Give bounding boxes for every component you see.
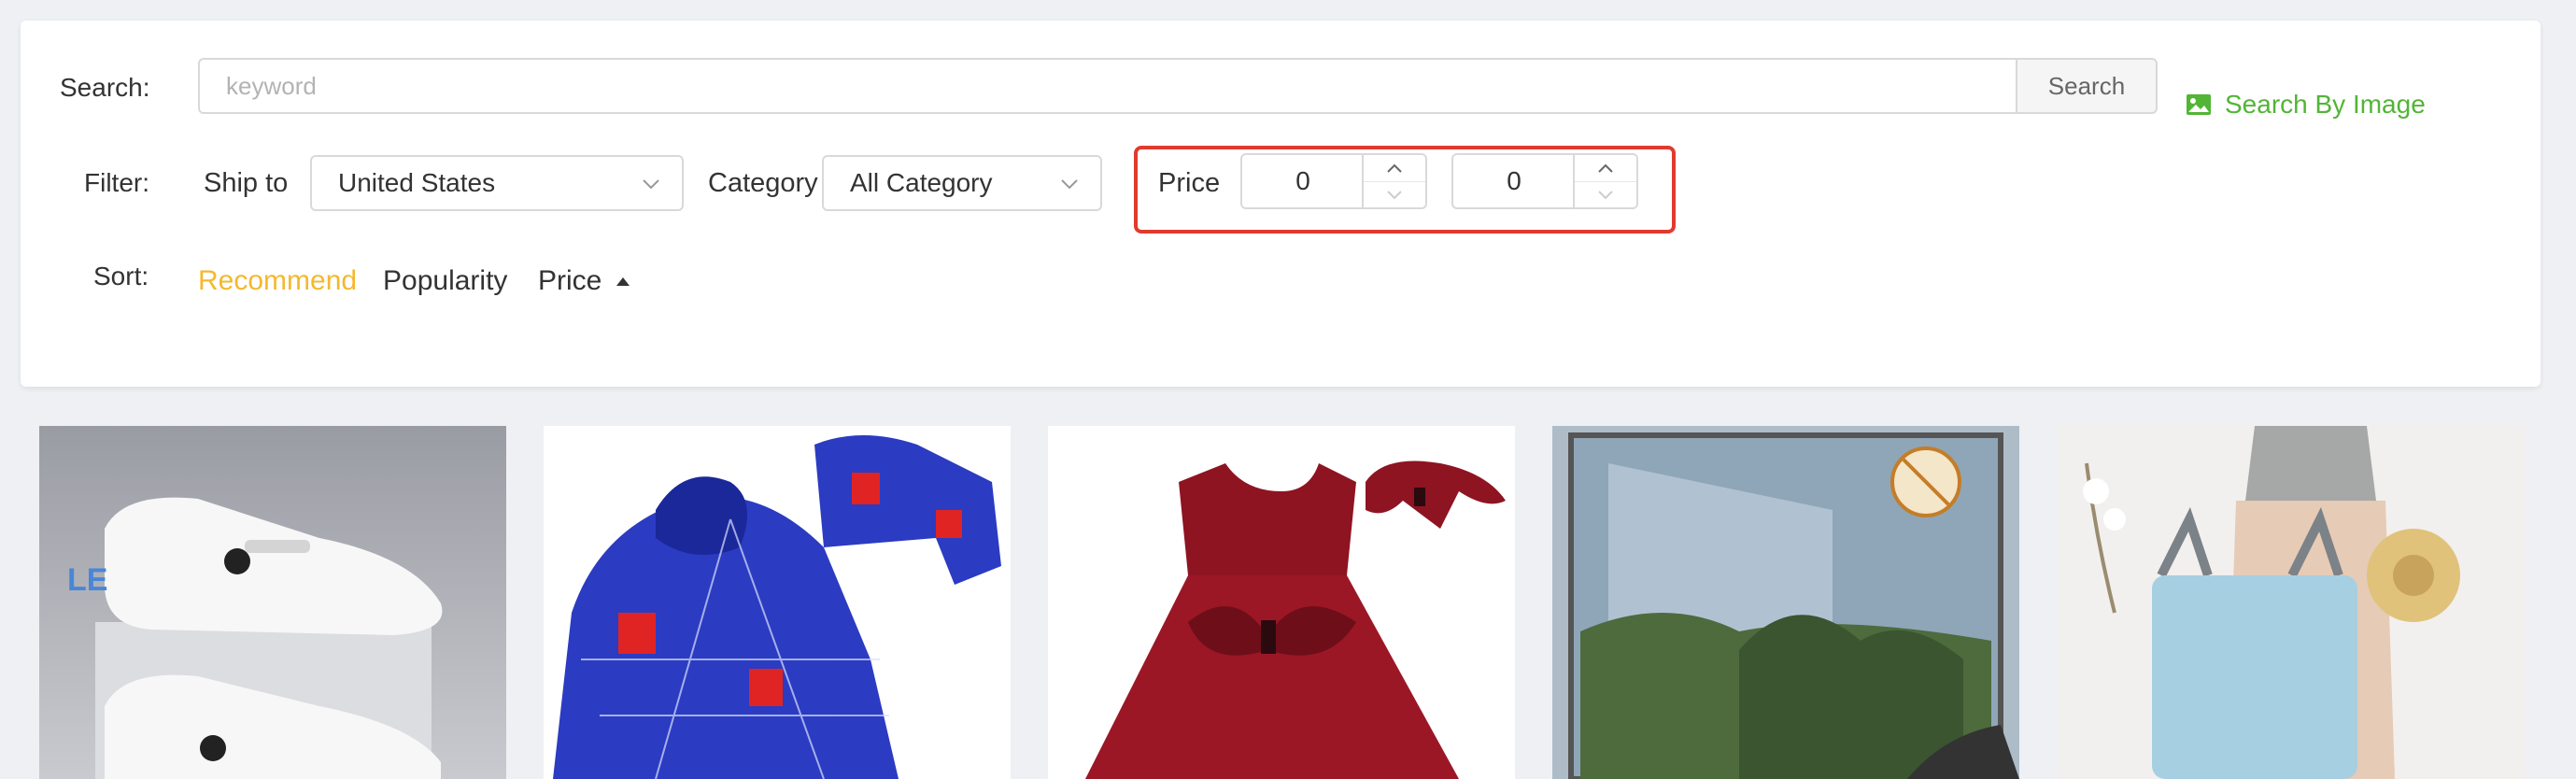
chevron-down-icon: [643, 179, 659, 190]
product-card-spiderman-hoodie[interactable]: [544, 426, 1011, 779]
product-image: [1552, 426, 2019, 779]
search-input[interactable]: [198, 58, 2016, 114]
search-by-image-label: Search By Image: [2225, 90, 2426, 119]
sort-popularity[interactable]: Popularity: [383, 265, 507, 297]
search-filter-panel: Search: Search Search By Image Filter: S…: [21, 21, 2541, 387]
increment-button[interactable]: [1364, 155, 1425, 182]
price-max-input[interactable]: 0: [1451, 153, 1638, 209]
product-card-travel-bag[interactable]: [2059, 426, 2526, 779]
price-max-value[interactable]: 0: [1453, 155, 1575, 207]
price-min-value[interactable]: 0: [1242, 155, 1364, 207]
filter-label: Filter:: [84, 168, 149, 197]
search-button[interactable]: Search: [2016, 58, 2158, 114]
ship-to-value: United States: [338, 168, 496, 197]
product-image: LE: [39, 426, 506, 779]
image-icon: [2187, 94, 2211, 115]
chevron-down-icon: [1061, 179, 1078, 190]
chevron-up-icon: [1387, 163, 1402, 173]
sort-price-label: Price: [538, 265, 602, 296]
sort-price[interactable]: Price: [538, 265, 631, 297]
product-image: [544, 426, 1011, 779]
product-image: [1048, 426, 1515, 779]
category-value: All Category: [850, 168, 993, 197]
decrement-button[interactable]: [1575, 182, 1636, 208]
price-label: Price: [1158, 168, 1221, 198]
svg-text:LE: LE: [67, 562, 107, 598]
increment-button[interactable]: [1575, 155, 1636, 182]
category-select[interactable]: All Category: [822, 155, 1102, 211]
chevron-up-icon: [1598, 163, 1613, 173]
price-min-stepper: [1362, 155, 1425, 207]
caret-up-icon: [616, 277, 630, 286]
chevron-down-icon: [1387, 191, 1402, 200]
price-min-input[interactable]: 0: [1240, 153, 1427, 209]
category-label: Category: [708, 168, 818, 198]
product-card-red-bow-dress[interactable]: [1048, 426, 1515, 779]
ship-to-label: Ship to: [204, 168, 289, 198]
search-by-image-button[interactable]: Search By Image: [2186, 90, 2426, 120]
chevron-down-icon: [1598, 191, 1613, 200]
product-image: [2059, 426, 2526, 779]
sort-recommend[interactable]: Recommend: [198, 265, 357, 297]
decrement-button[interactable]: [1364, 182, 1425, 208]
product-card-white-clogs[interactable]: LE: [39, 426, 506, 779]
ship-to-select[interactable]: United States: [310, 155, 684, 211]
search-label: Search:: [60, 73, 150, 102]
sort-label: Sort:: [93, 262, 149, 290]
price-max-stepper: [1573, 155, 1636, 207]
product-grid: LE: [0, 426, 2576, 779]
product-card-window-screen[interactable]: [1552, 426, 2019, 779]
